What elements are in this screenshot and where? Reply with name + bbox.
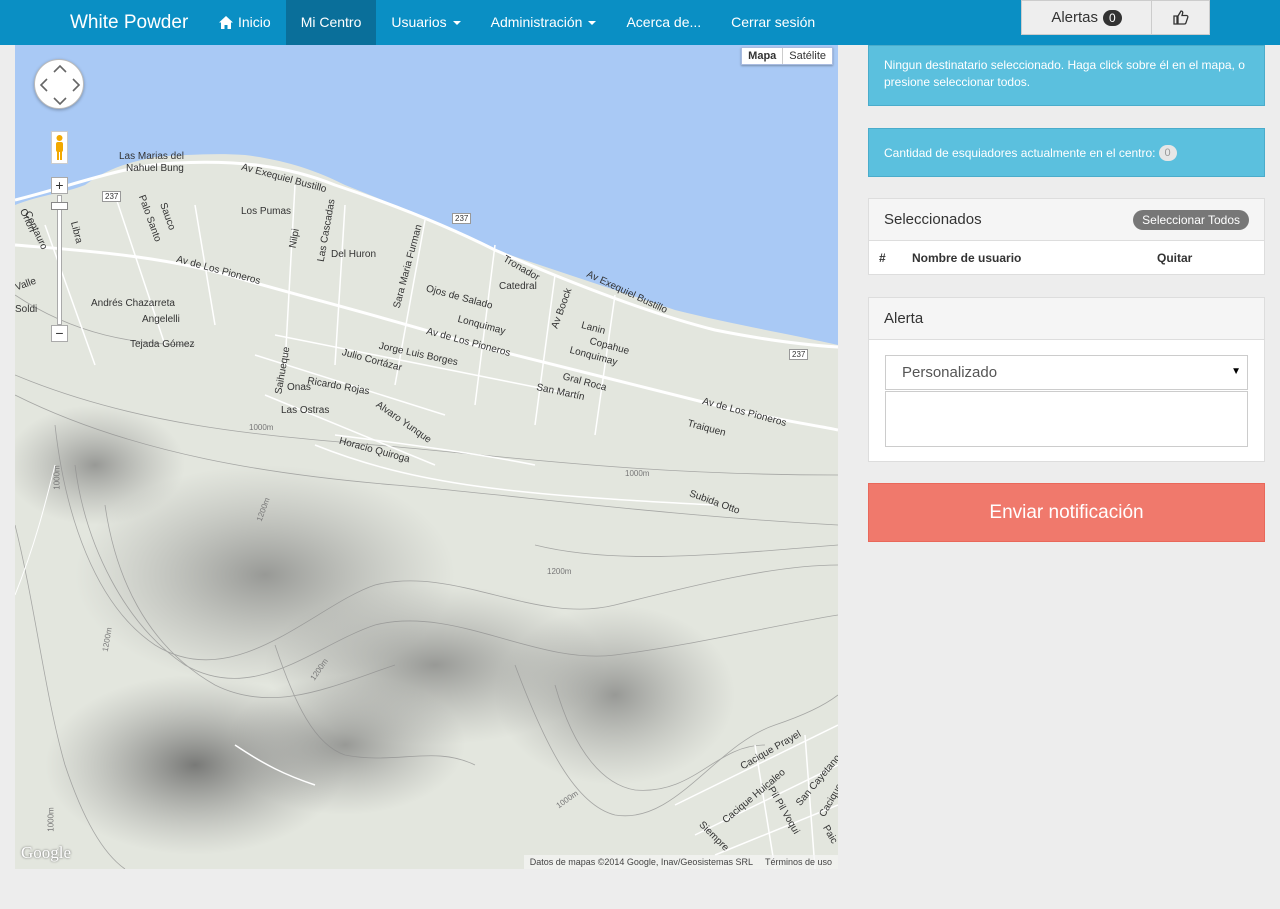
terms-of-use-link[interactable]: Términos de uso (765, 857, 832, 867)
thumbs-up-icon (1172, 10, 1189, 25)
nav-usuarios[interactable]: Usuarios (376, 0, 475, 45)
map-label: Del Huron (331, 249, 377, 260)
map-label: Las Ostras (281, 405, 330, 416)
selected-users-title: Seleccionados (884, 211, 982, 228)
route-shield: 237 (452, 213, 472, 224)
zoom-out-button[interactable]: − (51, 325, 68, 342)
pan-arrows-icon (39, 64, 81, 106)
column-header-remove: Quitar (1157, 250, 1193, 265)
skiers-count-alert: Cantidad de esquiadores actualmente en e… (868, 128, 1265, 177)
selected-users-table-header: # Nombre de usuario Quitar (869, 241, 1264, 274)
alerts-button[interactable]: Alertas 0 (1022, 1, 1152, 34)
map-label: Soldi (15, 304, 38, 315)
street-view-pegman-icon[interactable] (51, 131, 68, 164)
map-label: 1200m (547, 567, 572, 576)
alert-type-select[interactable]: Personalizado ▼ (885, 355, 1248, 390)
skiers-count-badge: 0 (1158, 144, 1177, 161)
alert-type-selected-value: Personalizado (902, 364, 998, 381)
selected-users-header: Seleccionados Seleccionar Todos (869, 199, 1264, 241)
map-type-control: Mapa Satélite (741, 47, 833, 65)
skiers-count-label: Cantidad de esquiadores actualmente en e… (884, 145, 1156, 160)
nav-inicio[interactable]: Inicio (204, 0, 286, 45)
alert-message-textarea[interactable] (885, 391, 1248, 447)
map-label: Angelelli (142, 314, 180, 325)
caret-down-icon (588, 20, 597, 25)
nav-cerrar-sesion[interactable]: Cerrar sesión (716, 0, 830, 45)
nav-mi-centro[interactable]: Mi Centro (285, 0, 377, 45)
map-data-credit: Datos de mapas ©2014 Google, Inav/Geosis… (529, 857, 753, 867)
map-label: Las Marias del (119, 151, 185, 162)
map-label: 1000m (249, 423, 274, 432)
map-attribution: Datos de mapas ©2014 Google, Inav/Geosis… (523, 855, 838, 869)
nav-mi-centro-label: Mi Centro (300, 14, 362, 30)
zoom-in-button[interactable]: + (51, 177, 68, 194)
map-label: 1000m (52, 465, 62, 490)
zoom-slider-track[interactable] (57, 195, 62, 325)
pan-control[interactable] (34, 59, 84, 109)
nav-administracion-label: Administración (490, 14, 583, 30)
no-recipient-text: Ningun destinatario seleccionado. Haga c… (884, 58, 1245, 89)
nav-acerca-label: Acerca de... (626, 14, 702, 30)
map-label: 1000m (46, 807, 56, 832)
map-label: Los Pumas (241, 206, 292, 217)
send-notification-label: Enviar notificación (989, 501, 1144, 523)
alerts-count-badge: 0 (1103, 9, 1122, 26)
home-icon (219, 16, 233, 29)
map-label: Andrés Chazarreta (91, 298, 175, 309)
like-button[interactable] (1152, 1, 1209, 34)
nav-administracion[interactable]: Administración (476, 0, 612, 45)
nav-cerrar-sesion-label: Cerrar sesión (731, 14, 816, 30)
map-label: Catedral (499, 281, 537, 292)
map-label: Nahuel Bung (126, 163, 184, 174)
map-type-satellite-button[interactable]: Satélite (783, 48, 832, 64)
google-logo: Google (21, 843, 72, 862)
route-shield: 237 (102, 191, 122, 202)
send-notification-button[interactable]: Enviar notificación (868, 483, 1265, 542)
caret-down-icon (452, 20, 461, 25)
select-all-button[interactable]: Seleccionar Todos (1133, 209, 1249, 230)
no-recipient-alert: Ningun destinatario seleccionado. Haga c… (868, 45, 1265, 106)
alert-panel-title: Alerta (884, 310, 924, 327)
map-label: Tejada Gómez (130, 339, 195, 350)
alert-panel-header: Alerta (869, 298, 1264, 340)
map-label: 1000m (625, 469, 650, 478)
zoom-slider-handle[interactable] (51, 202, 68, 210)
map-type-map-button[interactable]: Mapa (742, 48, 784, 64)
column-header-username: Nombre de usuario (912, 250, 1022, 265)
selected-users-panel: Seleccionados Seleccionar Todos # Nombre… (868, 198, 1265, 275)
top-navbar: White Powder Inicio Mi Centro Usuarios A… (0, 0, 1280, 45)
dropdown-arrow-icon: ▼ (1231, 366, 1241, 377)
alert-panel: Alerta Personalizado ▼ (868, 297, 1265, 462)
nav-acerca[interactable]: Acerca de... (611, 0, 716, 45)
main-nav: Inicio Mi Centro Usuarios Administración… (204, 0, 830, 45)
alerts-group: Alertas 0 (1021, 0, 1210, 35)
column-header-number: # (879, 250, 886, 265)
brand-title[interactable]: White Powder (70, 0, 188, 45)
route-shield: 237 (789, 349, 809, 360)
nav-inicio-label: Inicio (238, 14, 271, 30)
nav-usuarios-label: Usuarios (391, 14, 447, 30)
alerts-label: Alertas (1051, 9, 1098, 26)
map-view[interactable]: Las Marias del Nahuel Bung Av Exequiel B… (15, 45, 838, 869)
